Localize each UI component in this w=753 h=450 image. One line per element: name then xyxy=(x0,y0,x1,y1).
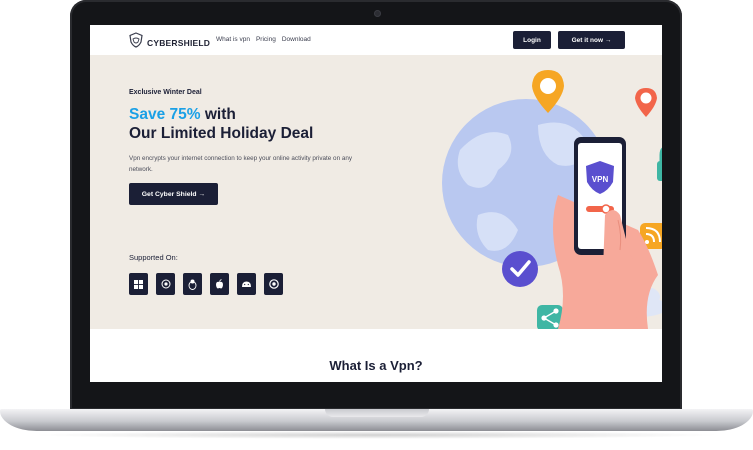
platform-list xyxy=(129,273,283,295)
browser-screen: CYBERSHIELD What is vpn Pricing Download… xyxy=(90,25,662,382)
vpn-illustration: VPN xyxy=(442,70,662,329)
shield-icon xyxy=(128,32,144,53)
get-it-now-button[interactable]: Get it now → xyxy=(558,31,625,49)
windows-icon[interactable] xyxy=(129,273,148,295)
check-icon xyxy=(502,251,538,287)
site-header: CYBERSHIELD What is vpn Pricing Download… xyxy=(90,25,662,55)
camera-icon xyxy=(374,10,381,17)
nav-link-pricing[interactable]: Pricing xyxy=(256,36,276,43)
chrome-icon[interactable] xyxy=(264,273,283,295)
supported-label: Supported On: xyxy=(129,253,178,262)
laptop-notch xyxy=(325,409,429,417)
location-pin-small-icon xyxy=(635,88,657,117)
hero-eyebrow: Exclusive Winter Deal xyxy=(129,89,202,96)
linux-icon[interactable] xyxy=(156,273,175,295)
nav-link-download[interactable]: Download xyxy=(282,36,311,43)
brand-name: CYBERSHIELD xyxy=(147,37,211,48)
hero-section: Exclusive Winter Deal Save 75% with Our … xyxy=(90,55,662,329)
penguin-icon[interactable] xyxy=(183,273,202,295)
android-icon[interactable] xyxy=(237,273,256,295)
apple-icon[interactable] xyxy=(210,273,229,295)
phone-vpn-badge: VPN xyxy=(592,175,609,184)
hero-headline: Save 75% with Our Limited Holiday Deal xyxy=(129,105,313,143)
get-cyber-shield-button[interactable]: Get Cyber Shield → xyxy=(129,183,218,205)
main-nav: What is vpn Pricing Download xyxy=(216,36,311,43)
section-title: What Is a Vpn? xyxy=(329,358,423,373)
login-button[interactable]: Login xyxy=(513,31,551,49)
headline-line2: Our Limited Holiday Deal xyxy=(129,125,314,142)
lock-icon xyxy=(657,147,662,181)
hero-description: Vpn encrypts your internet connection to… xyxy=(129,155,352,173)
laptop-shadow xyxy=(30,431,723,439)
brand-logo[interactable]: CYBERSHIELD xyxy=(128,32,210,53)
headline-rest: with xyxy=(200,106,236,123)
nav-link-what-is-vpn[interactable]: What is vpn xyxy=(216,36,250,43)
headline-accent: Save 75% xyxy=(129,106,201,123)
